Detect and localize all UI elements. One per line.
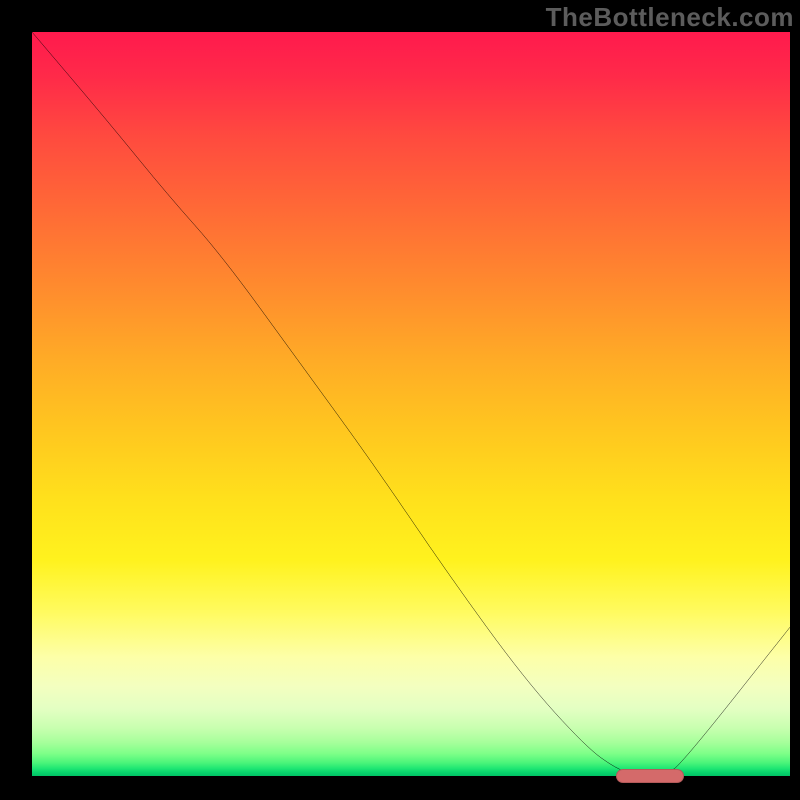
optimal-range-marker (616, 769, 684, 783)
bottleneck-curve (32, 32, 790, 776)
chart-frame: TheBottleneck.com (0, 0, 800, 800)
plot-area (32, 32, 790, 776)
watermark-text: TheBottleneck.com (546, 2, 794, 33)
